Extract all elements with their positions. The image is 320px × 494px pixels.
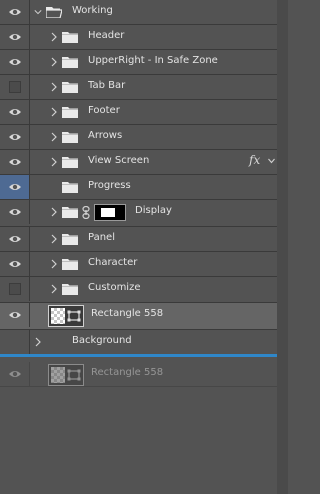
layers-panel: Working Header UpperRight - In Safe Zone Ta…	[0, 0, 288, 494]
folder-icon	[62, 206, 78, 218]
eye-icon[interactable]	[0, 0, 30, 24]
eye-icon[interactable]	[0, 303, 30, 327]
chevron-right-icon[interactable]	[50, 106, 58, 118]
chevron-right-icon[interactable]	[50, 258, 58, 270]
layer-name[interactable]: Arrows	[88, 130, 122, 141]
folder-icon	[45, 6, 63, 19]
layer-name[interactable]: Customize	[88, 282, 141, 293]
eye-icon[interactable]	[0, 150, 30, 174]
folder-icon	[62, 233, 78, 245]
layer-row-tabbar[interactable]: Tab Bar	[0, 75, 277, 100]
layer-thumbnail	[48, 305, 84, 327]
layer-name[interactable]: View Screen	[88, 155, 149, 166]
eye-icon[interactable]	[0, 200, 30, 224]
layer-name[interactable]: Rectangle 558	[91, 308, 163, 319]
layer-row-progress[interactable]: Progress	[0, 175, 277, 200]
layer-row-viewscreen[interactable]: View Screen fx	[0, 150, 277, 175]
layer-name[interactable]: Working	[72, 5, 113, 16]
visibility-off-icon[interactable]	[0, 277, 30, 301]
layer-row-display[interactable]: Display	[0, 200, 277, 227]
folder-icon	[62, 106, 78, 118]
layer-name[interactable]: Tab Bar	[88, 80, 125, 91]
layer-row-rect558[interactable]: Rectangle 558	[0, 303, 277, 330]
layer-name[interactable]: Header	[88, 30, 124, 41]
chevron-down-icon[interactable]	[34, 6, 42, 18]
chevron-right-icon[interactable]	[50, 206, 58, 218]
eye-icon[interactable]	[0, 125, 30, 149]
layer-row-upperright[interactable]: UpperRight - In Safe Zone	[0, 50, 277, 75]
eye-icon[interactable]	[0, 175, 30, 199]
layer-row-background[interactable]: Background	[0, 330, 277, 355]
eye-icon[interactable]	[0, 362, 30, 386]
fx-chevron-icon[interactable]	[268, 158, 275, 164]
layer-name[interactable]: Display	[135, 205, 172, 216]
chevron-right-icon[interactable]	[50, 131, 58, 143]
layer-name[interactable]: Rectangle 558	[91, 367, 163, 378]
layer-name[interactable]: Panel	[88, 232, 115, 243]
layer-row-working[interactable]: Working	[0, 0, 277, 25]
layer-row-character[interactable]: Character	[0, 252, 277, 277]
visibility-off-icon[interactable]	[0, 75, 30, 99]
folder-icon	[62, 31, 78, 43]
eye-icon[interactable]	[0, 25, 30, 49]
folder-icon	[62, 131, 78, 143]
layer-mask-thumbnail[interactable]	[94, 204, 126, 221]
eye-icon[interactable]	[0, 227, 30, 251]
eye-icon[interactable]	[0, 100, 30, 124]
layer-name[interactable]: Progress	[88, 180, 131, 191]
chevron-right-icon[interactable]	[50, 283, 58, 295]
eye-icon[interactable]	[0, 252, 30, 276]
chevron-right-icon[interactable]	[50, 233, 58, 245]
folder-icon	[62, 258, 78, 270]
layers-scrollbar[interactable]	[277, 0, 288, 494]
layer-row-header[interactable]: Header	[0, 25, 277, 50]
layer-row-footer[interactable]: Footer	[0, 100, 277, 125]
layer-thumbnail	[48, 364, 84, 386]
chevron-right-icon[interactable]	[50, 81, 58, 93]
folder-icon	[62, 181, 78, 193]
chevron-right-icon[interactable]	[50, 31, 58, 43]
layer-row-arrows[interactable]: Arrows	[0, 125, 277, 150]
layer-name[interactable]: UpperRight - In Safe Zone	[88, 55, 218, 66]
layer-row-panel[interactable]: Panel	[0, 227, 277, 252]
chevron-right-icon[interactable]	[50, 156, 58, 168]
folder-icon	[62, 156, 78, 168]
layer-name[interactable]: Footer	[88, 105, 120, 116]
link-icon[interactable]	[82, 205, 90, 220]
fx-icon[interactable]: fx	[249, 153, 260, 167]
layer-row-rect558ghost[interactable]: Rectangle 558	[0, 362, 277, 387]
eye-icon[interactable]	[0, 50, 30, 74]
folder-icon	[62, 283, 78, 295]
drop-indicator	[0, 354, 277, 357]
visibility-slot[interactable]	[0, 330, 30, 354]
chevron-right-icon[interactable]	[50, 56, 58, 68]
folder-icon	[62, 56, 78, 68]
layer-name[interactable]: Background	[72, 335, 132, 346]
folder-icon	[62, 81, 78, 93]
layer-row-customize[interactable]: Customize	[0, 277, 277, 303]
layer-name[interactable]: Character	[88, 257, 137, 268]
chevron-right-icon[interactable]	[34, 336, 42, 348]
